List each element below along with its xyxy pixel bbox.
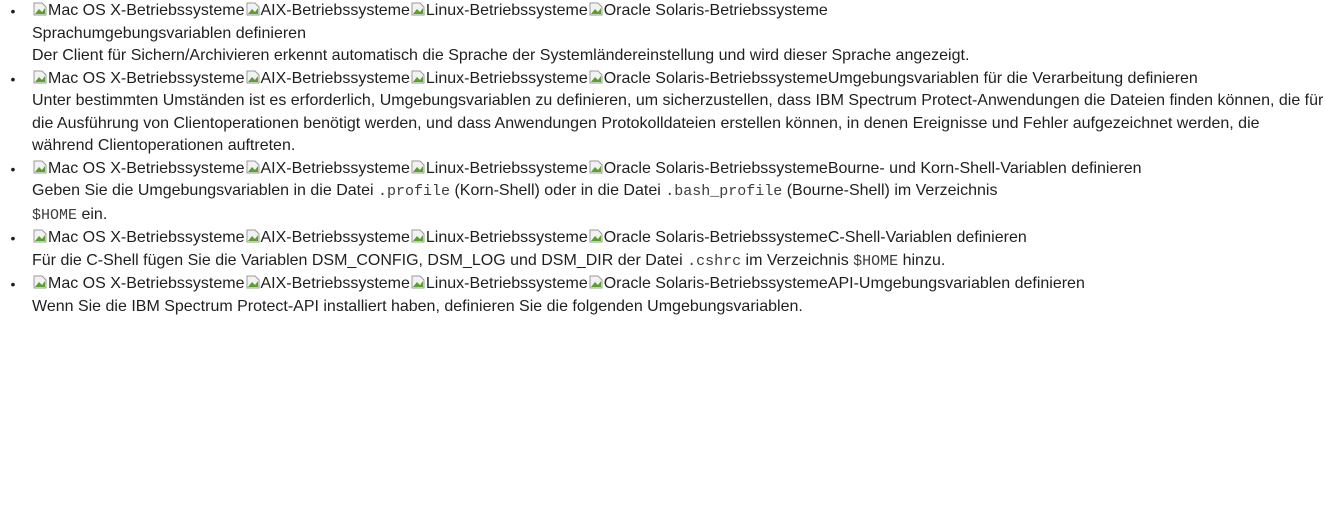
os-label-mac: Mac OS X-Betriebssysteme xyxy=(48,229,245,246)
topic-title-link[interactable]: Sprachumgebungsvariablen definieren xyxy=(32,25,306,42)
broken-image-icon xyxy=(410,159,426,175)
broken-image-icon xyxy=(588,228,604,244)
os-label-mac: Mac OS X-Betriebssysteme xyxy=(48,159,245,177)
topic-item: • Mac OS X-Betriebssysteme AIX-Betriebssy… xyxy=(4,273,1325,318)
broken-image-icon xyxy=(588,1,604,17)
bullet: • xyxy=(10,3,16,19)
broken-image-icon xyxy=(32,159,48,175)
broken-image-icon xyxy=(410,1,426,17)
os-label-aix: AIX-Betriebssysteme xyxy=(260,69,410,87)
topic-title-line[interactable]: Mac OS X-Betriebssysteme AIX-Betriebssyst… xyxy=(32,158,1325,181)
desc-text: im Verzeichnis xyxy=(741,251,854,269)
desc-text: hinzu. xyxy=(898,251,946,269)
os-label-linux: Linux-Betriebssysteme xyxy=(425,275,588,292)
topic-list: • Mac OS X-Betriebssysteme AIX-Betriebssy… xyxy=(0,0,1325,318)
os-label-mac: Mac OS X-Betriebssysteme xyxy=(48,2,245,19)
os-label-aix: AIX-Betriebssysteme xyxy=(260,229,410,246)
os-label-mac: Mac OS X-Betriebssysteme xyxy=(48,275,245,292)
desc-text: ein. xyxy=(77,205,108,223)
os-label-solaris: Oracle Solaris-Betriebssysteme xyxy=(603,159,828,177)
directory-code: $HOME xyxy=(32,206,78,224)
topic-item: • Mac OS X-Betriebssysteme AIX-Betriebssy… xyxy=(4,158,1325,228)
filename-code: .bash_profile xyxy=(665,183,783,200)
directory-code: $HOME xyxy=(853,252,899,270)
os-label-solaris: Oracle Solaris-Betriebssysteme xyxy=(603,229,828,246)
os-label-solaris: Oracle Solaris-Betriebssysteme xyxy=(603,2,828,19)
broken-image-icon xyxy=(245,69,261,85)
os-label-mac: Mac OS X-Betriebssysteme xyxy=(48,69,245,87)
broken-image-icon xyxy=(245,1,261,17)
broken-image-icon xyxy=(245,159,261,175)
topic-title-link[interactable]: API-Umgebungsvariablen definieren xyxy=(828,275,1085,292)
topic-title-link[interactable]: Bourne- und Korn-Shell-Variablen definie… xyxy=(828,160,1142,177)
broken-image-icon xyxy=(32,274,48,290)
broken-image-icon xyxy=(32,1,48,17)
desc-text: (Bourne-Shell) im Verzeichnis xyxy=(782,182,998,199)
bullet: • xyxy=(10,70,16,87)
topic-description: Geben Sie die Umgebungsvariablen in die … xyxy=(32,180,1325,227)
topic-title-line[interactable]: Mac OS X-Betriebssysteme AIX-Betriebssyst… xyxy=(32,0,1325,45)
os-label-linux: Linux-Betriebssysteme xyxy=(425,69,588,87)
topic-description: Für die C-Shell fügen Sie die Variablen … xyxy=(32,250,1325,274)
topic-title-link[interactable]: Umgebungsvariablen für die Verarbeitung … xyxy=(828,70,1198,87)
topic-title-line[interactable]: Mac OS X-Betriebssysteme AIX-Betriebssyst… xyxy=(32,273,1325,296)
topic-item: • Mac OS X-Betriebssysteme AIX-Betriebssy… xyxy=(4,227,1325,273)
topic-description: Unter bestimmten Umständen ist es erford… xyxy=(32,92,1324,154)
topic-title-link[interactable]: C-Shell-Variablen definieren xyxy=(828,229,1027,246)
broken-image-icon xyxy=(410,274,426,290)
os-label-aix: AIX-Betriebssysteme xyxy=(260,2,410,19)
bullet: • xyxy=(10,230,16,246)
desc-text: Geben Sie die Umgebungsvariablen in die … xyxy=(32,182,378,199)
broken-image-icon xyxy=(245,228,261,244)
desc-text: (Korn-Shell) oder in die Datei xyxy=(450,182,666,199)
broken-image-icon xyxy=(588,69,604,85)
broken-image-icon xyxy=(588,159,604,175)
os-label-aix: AIX-Betriebssysteme xyxy=(260,275,410,292)
bullet: • xyxy=(10,160,16,177)
broken-image-icon xyxy=(32,228,48,244)
bullet: • xyxy=(10,276,16,292)
topic-item: • Mac OS X-Betriebssysteme AIX-Betriebssy… xyxy=(4,0,1325,68)
broken-image-icon xyxy=(410,228,426,244)
topic-title-line[interactable]: Mac OS X-Betriebssysteme AIX-Betriebssyst… xyxy=(32,68,1325,91)
topic-description: Wenn Sie die IBM Spectrum Protect-API in… xyxy=(32,297,803,315)
filename-code: .cshrc xyxy=(687,252,742,270)
broken-image-icon xyxy=(410,69,426,85)
os-label-solaris: Oracle Solaris-Betriebssysteme xyxy=(603,69,828,87)
desc-text: Für die C-Shell fügen Sie die Variablen … xyxy=(32,251,688,269)
filename-code: .profile xyxy=(378,183,451,200)
broken-image-icon xyxy=(32,69,48,85)
topic-description: Der Client für Sichern/Archivieren erken… xyxy=(32,47,970,64)
os-label-linux: Linux-Betriebssysteme xyxy=(425,229,588,246)
broken-image-icon xyxy=(588,274,604,290)
os-label-linux: Linux-Betriebssysteme xyxy=(425,2,588,19)
os-label-linux: Linux-Betriebssysteme xyxy=(425,159,588,177)
broken-image-icon xyxy=(245,274,261,290)
os-label-solaris: Oracle Solaris-Betriebssysteme xyxy=(603,275,828,292)
os-label-aix: AIX-Betriebssysteme xyxy=(260,159,410,177)
topic-title-line[interactable]: Mac OS X-Betriebssysteme AIX-Betriebssyst… xyxy=(32,227,1325,250)
topic-item: • Mac OS X-Betriebssysteme AIX-Betriebssy… xyxy=(4,68,1325,158)
